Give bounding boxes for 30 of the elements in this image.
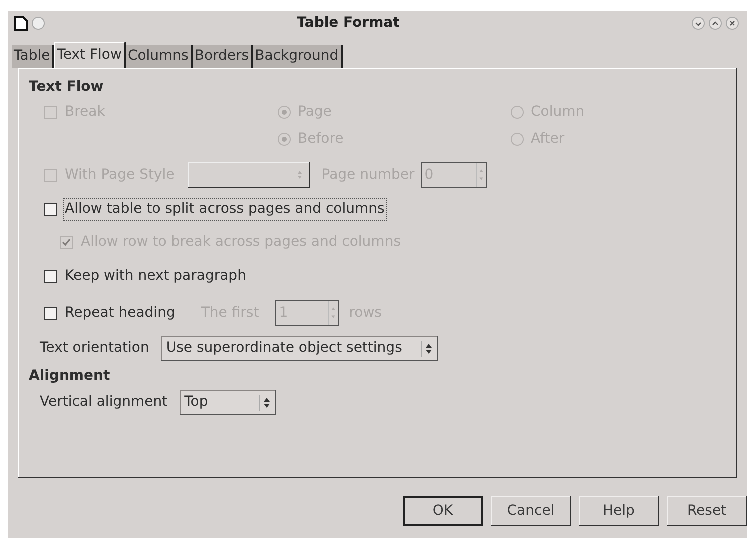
section-heading: Alignment bbox=[29, 367, 112, 386]
checkbox[interactable] bbox=[44, 270, 57, 283]
maximize-icon[interactable] bbox=[709, 16, 722, 30]
checkbox[interactable] bbox=[44, 306, 57, 320]
tab[interactable]: Text Flow bbox=[54, 42, 126, 68]
dialog-button[interactable]: Help bbox=[579, 496, 659, 526]
dropdown[interactable]: Use superordinate object settings bbox=[161, 336, 438, 361]
checkmark-icon bbox=[62, 238, 71, 247]
dialog-button[interactable]: Cancel bbox=[491, 496, 571, 526]
document-icon bbox=[14, 16, 28, 30]
tab[interactable]: Table bbox=[12, 45, 54, 68]
up-down-caret-icon bbox=[425, 342, 434, 354]
window-title: Table Format bbox=[296, 14, 401, 32]
up-down-caret-icon bbox=[262, 396, 271, 408]
dropdown[interactable]: Top bbox=[180, 390, 276, 415]
tab[interactable]: Background bbox=[253, 45, 343, 68]
tab[interactable]: Borders bbox=[192, 45, 254, 68]
checkbox-label: Keep with next paragraph bbox=[64, 267, 248, 286]
close-icon[interactable] bbox=[726, 16, 739, 30]
checkbox-label: Allow table to split across pages and columns bbox=[64, 199, 386, 220]
circle-button-icon[interactable] bbox=[32, 16, 45, 30]
minimize-icon[interactable] bbox=[692, 16, 705, 30]
dialog-button[interactable]: Reset bbox=[667, 496, 747, 526]
checkbox-label: Repeat heading bbox=[64, 304, 176, 322]
field-label: Vertical alignment bbox=[40, 393, 168, 412]
field-label: Text orientation bbox=[40, 339, 150, 358]
checkbox[interactable] bbox=[44, 203, 57, 216]
section-heading: Text Flow bbox=[29, 78, 105, 97]
dialog-button[interactable]: OK bbox=[403, 496, 483, 526]
tab[interactable]: Columns bbox=[126, 45, 193, 68]
